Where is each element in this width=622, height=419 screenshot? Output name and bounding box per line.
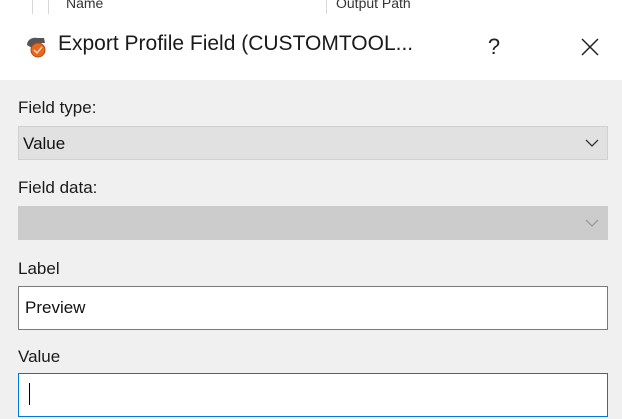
close-button[interactable] xyxy=(568,30,612,64)
app-tool-icon xyxy=(27,37,46,58)
screen: Name Output Path Export Profile Field (C… xyxy=(0,0,622,419)
dialog-title: Export Profile Field (CUSTOMTOOL... xyxy=(58,32,414,55)
label-field-label: Label xyxy=(18,259,60,278)
label-input-value: Preview xyxy=(25,298,86,317)
column-divider xyxy=(48,0,49,14)
chevron-down-icon xyxy=(585,139,599,147)
column-header-name[interactable]: Name xyxy=(66,0,103,11)
export-profile-field-dialog: Export Profile Field (CUSTOMTOOL... ? Fi… xyxy=(0,14,622,419)
close-icon xyxy=(581,38,599,56)
help-button[interactable]: ? xyxy=(474,30,514,64)
label-input[interactable]: Preview xyxy=(18,286,608,330)
field-type-dropdown[interactable]: Value xyxy=(18,126,608,160)
column-divider[interactable] xyxy=(326,0,327,14)
field-data-dropdown xyxy=(18,206,608,240)
field-type-label: Field type: xyxy=(18,98,97,117)
field-data-label: Field data: xyxy=(18,178,98,197)
field-type-selected-value: Value xyxy=(23,134,66,153)
chevron-down-icon xyxy=(585,219,599,227)
value-input[interactable] xyxy=(18,373,608,417)
text-caret xyxy=(29,383,30,405)
column-divider xyxy=(32,0,33,14)
column-header-output-path[interactable]: Output Path xyxy=(336,0,411,11)
value-field-label: Value xyxy=(18,347,61,366)
background-list-header: Name Output Path xyxy=(0,0,622,15)
dialog-titlebar[interactable]: Export Profile Field (CUSTOMTOOL... ? xyxy=(0,14,622,80)
